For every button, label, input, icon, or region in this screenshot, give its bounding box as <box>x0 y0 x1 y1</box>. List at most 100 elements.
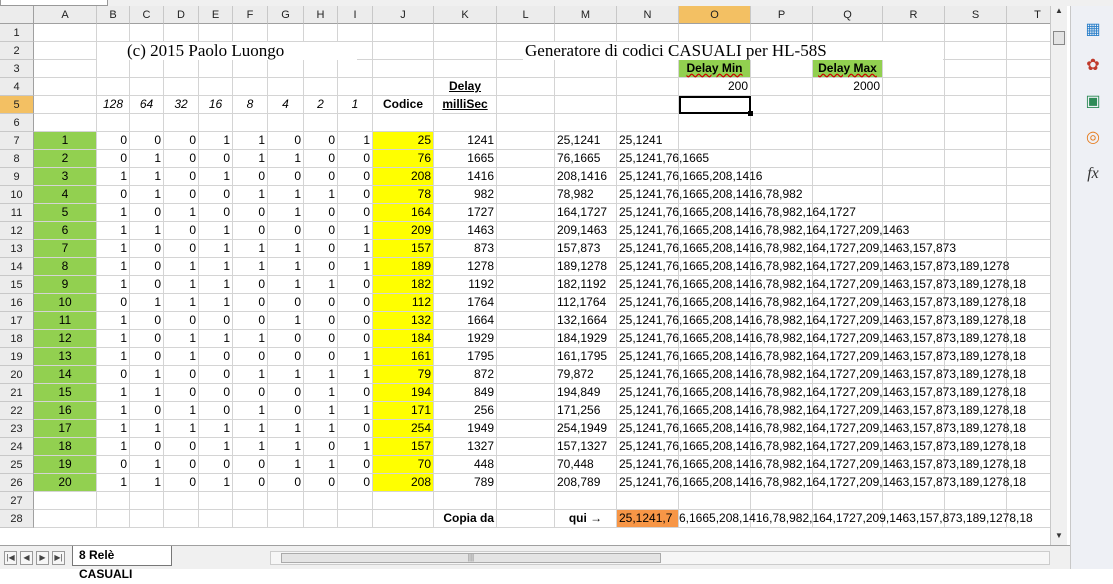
cumulative-cell[interactable]: 25,1241,76,1665,208,1416,78,982,164,1727… <box>617 438 1050 456</box>
delay-min-value[interactable]: 200 <box>679 78 751 96</box>
bit-cell[interactable]: 1 <box>199 168 233 186</box>
bit-cell[interactable]: 0 <box>304 204 338 222</box>
code-cell[interactable]: 112 <box>373 294 434 312</box>
bit-cell[interactable]: 1 <box>164 348 199 366</box>
grid-cell[interactable] <box>233 492 268 510</box>
bit-cell[interactable]: 0 <box>199 348 233 366</box>
grid-cell[interactable] <box>1007 24 1050 42</box>
bit-cell[interactable]: 1 <box>233 330 268 348</box>
bit-cell[interactable]: 0 <box>304 240 338 258</box>
grid-cell[interactable] <box>373 492 434 510</box>
bit-cell[interactable]: 1 <box>268 420 304 438</box>
bit-cell[interactable]: 0 <box>338 276 373 294</box>
grid-cell[interactable] <box>97 510 130 528</box>
bit-cell[interactable]: 1 <box>97 240 130 258</box>
cumulative-cell[interactable]: 25,1241,76,1665,208,1416,78,982,164,1727… <box>617 240 1050 258</box>
code-cell[interactable]: 184 <box>373 330 434 348</box>
grid-cell[interactable] <box>751 24 813 42</box>
bit-cell[interactable]: 1 <box>233 438 268 456</box>
pair-cell[interactable]: 189,1278 <box>555 258 617 276</box>
bit-cell[interactable]: 1 <box>130 222 164 240</box>
relay-number[interactable]: 2 <box>34 150 97 168</box>
bit-cell[interactable]: 0 <box>304 330 338 348</box>
sheet-tab[interactable]: 8 Relè CASUALI <box>72 546 172 581</box>
grid-cell[interactable] <box>199 492 233 510</box>
cumulative-cell[interactable]: 25,1241,76,1665,208,1416,78,982,164,1727… <box>617 294 1050 312</box>
relay-number[interactable]: 8 <box>34 258 97 276</box>
cumulative-cell[interactable]: 25,1241,76,1665,208,1416,78,982,164,1727… <box>617 312 1050 330</box>
bit-cell[interactable]: 1 <box>268 456 304 474</box>
bit-cell[interactable]: 1 <box>199 420 233 438</box>
grid-cell[interactable] <box>679 492 751 510</box>
row-header-11[interactable]: 11 <box>0 204 34 222</box>
pair-cell[interactable]: 208,789 <box>555 474 617 492</box>
bit-cell[interactable]: 0 <box>97 366 130 384</box>
fill-handle[interactable] <box>748 111 753 116</box>
relay-number[interactable]: 20 <box>34 474 97 492</box>
grid-cell[interactable] <box>497 276 555 294</box>
column-header-p[interactable]: P <box>751 6 813 24</box>
code-cell[interactable]: 182 <box>373 276 434 294</box>
bit-header-8[interactable]: 8 <box>233 96 268 114</box>
column-header-t[interactable]: T <box>1007 6 1050 24</box>
row-header-10[interactable]: 10 <box>0 186 34 204</box>
bit-cell[interactable]: 0 <box>130 276 164 294</box>
grid-cell[interactable] <box>373 60 434 78</box>
grid-cell[interactable] <box>679 24 751 42</box>
delay-header-line1[interactable]: Delay <box>434 78 497 96</box>
code-cell[interactable]: 25 <box>373 132 434 150</box>
column-header-n[interactable]: N <box>617 6 679 24</box>
bit-cell[interactable]: 1 <box>130 474 164 492</box>
last-sheet-icon[interactable]: ▶| <box>52 551 65 565</box>
grid-cell[interactable] <box>751 492 813 510</box>
scroll-down-icon[interactable]: ▼ <box>1051 531 1067 543</box>
bit-cell[interactable]: 1 <box>338 222 373 240</box>
bit-cell[interactable]: 1 <box>233 150 268 168</box>
bit-cell[interactable]: 0 <box>97 294 130 312</box>
grid-cell[interactable] <box>373 78 434 96</box>
column-header-i[interactable]: I <box>338 6 373 24</box>
grid-cell[interactable] <box>97 78 130 96</box>
grid-cell[interactable] <box>497 402 555 420</box>
grid-cell[interactable] <box>813 24 883 42</box>
grid-cell[interactable] <box>497 294 555 312</box>
bit-cell[interactable]: 0 <box>164 186 199 204</box>
bit-cell[interactable]: 1 <box>338 348 373 366</box>
grid-cell[interactable] <box>164 60 199 78</box>
bit-cell[interactable]: 1 <box>97 474 130 492</box>
bit-cell[interactable]: 0 <box>338 456 373 474</box>
relay-number[interactable]: 12 <box>34 330 97 348</box>
code-cell[interactable]: 189 <box>373 258 434 276</box>
code-cell[interactable]: 157 <box>373 240 434 258</box>
grid-cell[interactable] <box>497 150 555 168</box>
delay-cell[interactable]: 1416 <box>434 168 497 186</box>
bit-cell[interactable]: 1 <box>233 420 268 438</box>
row-header-14[interactable]: 14 <box>0 258 34 276</box>
grid-cell[interactable] <box>497 114 555 132</box>
bit-cell[interactable]: 0 <box>304 294 338 312</box>
grid-cell[interactable] <box>617 96 679 114</box>
grid-cell[interactable] <box>338 24 373 42</box>
bit-cell[interactable]: 1 <box>233 258 268 276</box>
delay-cell[interactable]: 789 <box>434 474 497 492</box>
cumulative-cell[interactable]: 25,1241,76,1665,208,1416,78,982,164,1727… <box>617 366 1050 384</box>
grid-cell[interactable] <box>497 132 555 150</box>
bit-cell[interactable]: 1 <box>304 420 338 438</box>
row-header-24[interactable]: 24 <box>0 438 34 456</box>
grid-cell[interactable] <box>199 60 233 78</box>
styles-icon[interactable]: ▦ <box>1081 18 1105 42</box>
row-header-6[interactable]: 6 <box>0 114 34 132</box>
grid-cell[interactable] <box>268 492 304 510</box>
pair-cell[interactable]: 157,1327 <box>555 438 617 456</box>
grid-cell[interactable] <box>34 510 97 528</box>
grid-cell[interactable] <box>434 24 497 42</box>
bit-cell[interactable]: 1 <box>130 456 164 474</box>
code-cell[interactable]: 254 <box>373 420 434 438</box>
delay-cell[interactable]: 1241 <box>434 132 497 150</box>
delay-cell[interactable]: 1463 <box>434 222 497 240</box>
grid-cell[interactable] <box>130 492 164 510</box>
grid-cell[interactable] <box>199 510 233 528</box>
row-header-9[interactable]: 9 <box>0 168 34 186</box>
row-header-2[interactable]: 2 <box>0 42 34 60</box>
grid-cell[interactable] <box>945 60 1007 78</box>
